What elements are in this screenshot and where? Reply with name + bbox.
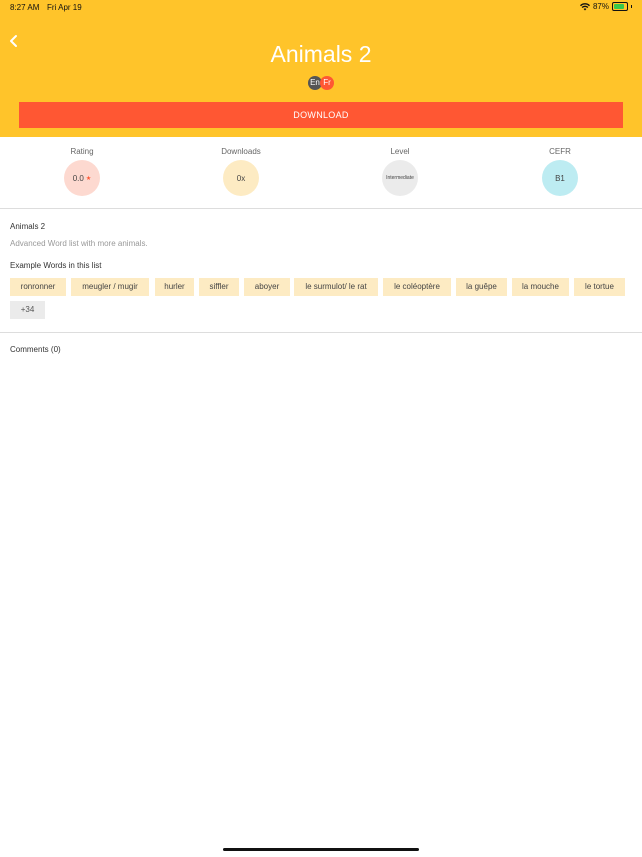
word-chip[interactable]: la guêpe	[456, 278, 507, 296]
cefr-circle: B1	[542, 160, 578, 196]
star-icon: ★	[85, 175, 92, 182]
page-title: Animals 2	[270, 41, 372, 67]
rating-value: 0.0	[72, 173, 84, 183]
battery-percent: 87%	[592, 2, 609, 11]
list-name: Animals 2	[10, 222, 46, 231]
status-right: 87%	[579, 2, 632, 11]
target-language-badge: Fr	[320, 76, 334, 90]
language-badges: En Fr	[308, 76, 338, 90]
battery-fill	[614, 4, 625, 9]
list-description: Advanced Word list with more animals.	[10, 239, 148, 248]
rating-circle: 0.0 ★	[64, 160, 100, 196]
download-button[interactable]: DOWNLOAD	[19, 102, 623, 128]
status-bar: 8:27 AM Fri Apr 19 87%	[0, 0, 642, 16]
example-words-heading: Example Words in this list	[10, 261, 102, 270]
comments-header[interactable]: Comments (0)	[10, 345, 61, 354]
cefr-label: CEFR	[549, 147, 571, 156]
stats-row: Rating 0.0 ★ Downloads 0x Level Intermedi…	[0, 146, 642, 202]
word-chip[interactable]: hurler	[155, 278, 194, 296]
stat-level: Level Intermediate	[360, 146, 440, 196]
header: 8:27 AM Fri Apr 19 87% Animals 2 En Fr D…	[0, 0, 642, 137]
word-chip[interactable]: siffler	[199, 278, 239, 296]
stat-cefr: CEFR B1	[520, 146, 600, 196]
word-chip[interactable]: aboyer	[244, 278, 290, 296]
word-chip[interactable]: meugler / mugir	[71, 278, 149, 296]
home-indicator	[223, 848, 419, 851]
word-chip[interactable]: ronronner	[10, 278, 66, 296]
status-time: 8:27 AM	[10, 3, 40, 12]
level-value: Intermediate	[386, 175, 414, 181]
word-chip[interactable]: la mouche	[512, 278, 569, 296]
word-chip[interactable]: le surmulot/ le rat	[294, 278, 378, 296]
divider	[0, 332, 642, 333]
level-circle: Intermediate	[382, 160, 418, 196]
battery-icon	[612, 2, 628, 11]
stat-rating: Rating 0.0 ★	[42, 146, 122, 196]
cefr-value: B1	[555, 173, 565, 183]
rating-label: Rating	[70, 147, 94, 156]
downloads-value: 0x	[236, 173, 246, 183]
divider	[0, 208, 642, 209]
battery-tip	[631, 5, 632, 8]
more-words-chip[interactable]: +34	[10, 301, 45, 319]
word-chip[interactable]: le tortue	[574, 278, 625, 296]
downloads-circle: 0x	[223, 160, 259, 196]
status-date: Fri Apr 19	[47, 3, 82, 12]
wifi-icon	[579, 2, 590, 10]
downloads-label: Downloads	[221, 147, 261, 156]
level-label: Level	[390, 147, 410, 156]
word-chip[interactable]: le coléoptère	[383, 278, 451, 296]
stat-downloads: Downloads 0x	[201, 146, 281, 196]
